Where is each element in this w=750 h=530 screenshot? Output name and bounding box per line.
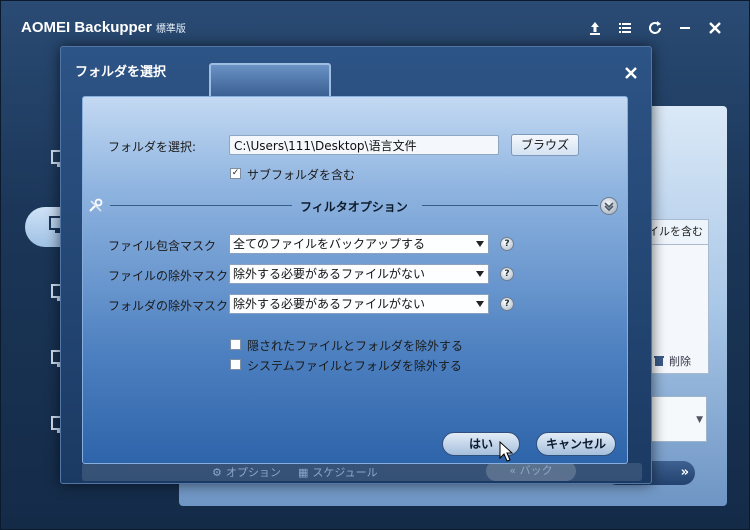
app-edition: 標準版 (155, 24, 186, 35)
app-title: AOMEI Backupper 標準版 (21, 19, 186, 36)
app-title-text: AOMEI Backupper (21, 19, 152, 36)
refresh-icon[interactable] (645, 20, 665, 40)
trash-icon (654, 356, 664, 366)
collapse-chevron-icon[interactable] (600, 197, 618, 215)
dropdown-arrow-icon (476, 301, 484, 307)
exclude-hidden-label: 隠されたファイルとフォルダを除外する (247, 339, 464, 353)
divider-right (422, 205, 598, 206)
minimize-icon[interactable] (675, 20, 695, 40)
file-exclude-mask-label: ファイルの除外マスク (108, 269, 229, 283)
exclude-hidden-checkbox[interactable] (230, 339, 241, 350)
include-mask-select[interactable]: 全てのファイルをバックアップする (229, 234, 489, 254)
folder-label: フォルダを選択: (108, 140, 197, 154)
bg-delete-button[interactable]: 削除 (653, 353, 691, 369)
calendar-icon: ▦ (298, 465, 309, 479)
filter-section-title: フィルタオプション (300, 200, 408, 214)
folder-exclude-mask-label: フォルダの除外マスク (108, 299, 229, 313)
folder-path-input[interactable] (229, 135, 499, 155)
include-mask-value: 全てのファイルをバックアップする (233, 237, 426, 251)
schedule-button[interactable]: ▦ スケジュール (298, 464, 378, 480)
bg-delete-label: 削除 (669, 355, 691, 368)
upload-icon[interactable] (585, 20, 605, 40)
options-label: オプション (225, 466, 281, 479)
folder-exclude-mask-select[interactable]: 除外する必要があるファイルがない (229, 294, 489, 314)
divider-left (110, 205, 292, 206)
gear-icon: ⚙ (212, 465, 222, 479)
schedule-label: スケジュール (312, 466, 378, 479)
file-exclude-mask-value: 除外する必要があるファイルがない (233, 267, 426, 281)
help-icon[interactable]: ? (500, 297, 514, 311)
help-icon[interactable]: ? (500, 237, 514, 251)
help-icon[interactable]: ? (500, 267, 514, 281)
include-subfolders-label: サブフォルダを含む (247, 168, 356, 182)
dialog-title: フォルダを選択 (75, 65, 167, 80)
dialog-close-icon[interactable] (623, 65, 639, 81)
browse-button[interactable]: ブラウズ (511, 134, 579, 156)
exclude-system-checkbox[interactable] (230, 359, 241, 370)
menu-icon[interactable] (615, 20, 635, 40)
dropdown-arrow-icon (476, 241, 484, 247)
tools-icon (89, 198, 103, 212)
window-controls (585, 20, 725, 40)
mouse-cursor-icon (499, 441, 513, 462)
options-button[interactable]: ⚙ オプション (212, 464, 281, 480)
folder-exclude-mask-value: 除外する必要があるファイルがない (233, 297, 426, 311)
chevron-down-icon: ▼ (696, 415, 703, 425)
double-chevron-right-icon: » (680, 465, 689, 480)
file-exclude-mask-select[interactable]: 除外する必要があるファイルがない (229, 264, 489, 284)
close-icon[interactable] (705, 20, 725, 40)
exclude-system-label: システムファイルとフォルダを除外する (247, 359, 462, 373)
dropdown-arrow-icon (476, 271, 484, 277)
back-button[interactable]: « バック (486, 461, 576, 481)
cancel-button[interactable]: キャンセル (536, 432, 616, 456)
include-mask-label: ファイル包含マスク (108, 239, 217, 253)
include-subfolders-checkbox[interactable]: ✓ (230, 168, 241, 179)
